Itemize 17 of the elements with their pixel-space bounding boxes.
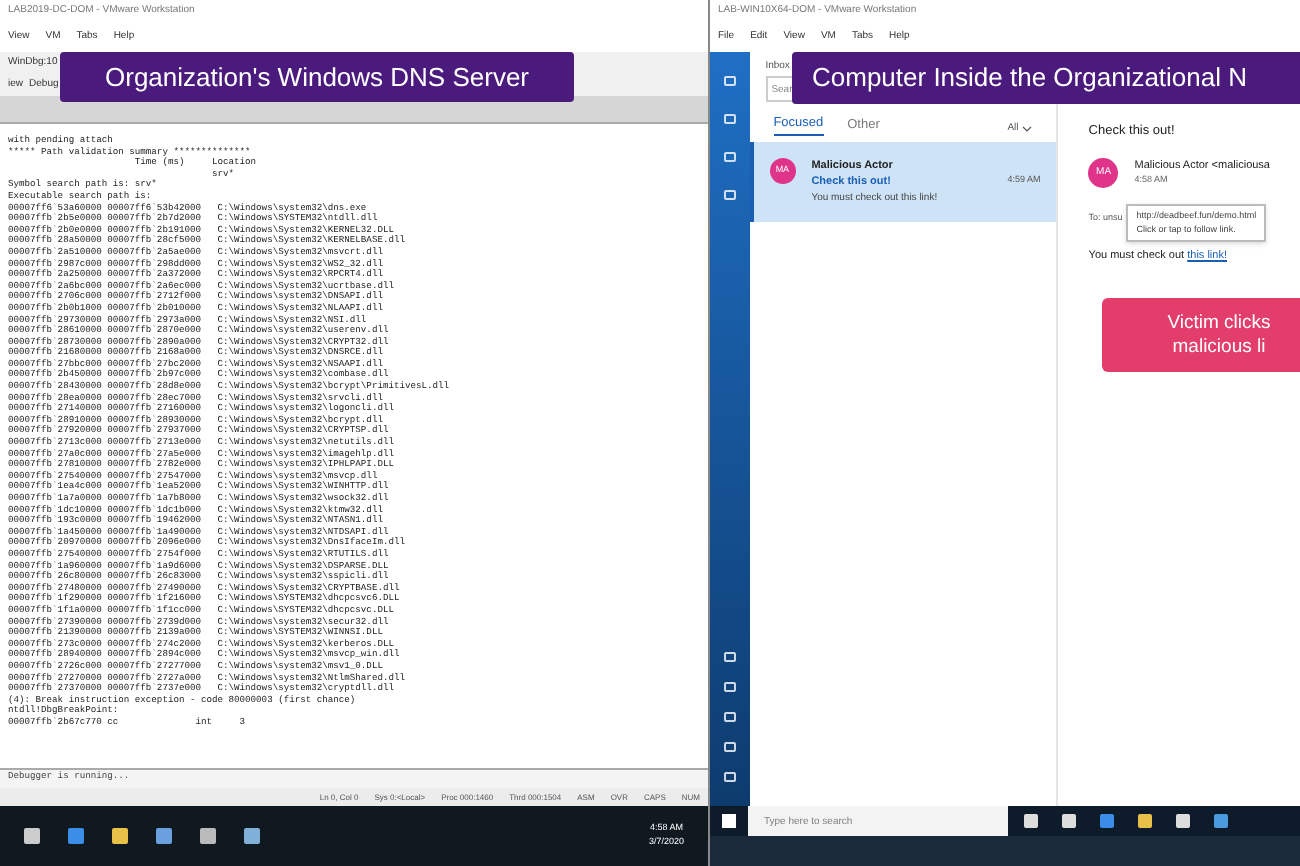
callout-text: Victim clicks xyxy=(1167,311,1271,335)
caption-banner: Organization's Windows DNS Server xyxy=(60,52,574,102)
app-icon[interactable] xyxy=(200,828,216,844)
callout-text: malicious li xyxy=(1172,335,1266,359)
app-icon[interactable] xyxy=(1138,814,1152,828)
chevron-down-icon xyxy=(1022,125,1033,132)
app-icon[interactable] xyxy=(156,828,172,844)
app-icon[interactable] xyxy=(1100,814,1114,828)
app-icon[interactable] xyxy=(112,828,128,844)
app-icon[interactable] xyxy=(244,828,260,844)
app-icon[interactable] xyxy=(1176,814,1190,828)
app-icon[interactable] xyxy=(1024,814,1038,828)
caption-banner: Computer Inside the Organizational N xyxy=(792,52,1300,104)
app-icon[interactable] xyxy=(1214,814,1228,828)
app-icon[interactable] xyxy=(68,828,84,844)
app-icon[interactable] xyxy=(24,828,40,844)
app-icon[interactable] xyxy=(1062,814,1076,828)
